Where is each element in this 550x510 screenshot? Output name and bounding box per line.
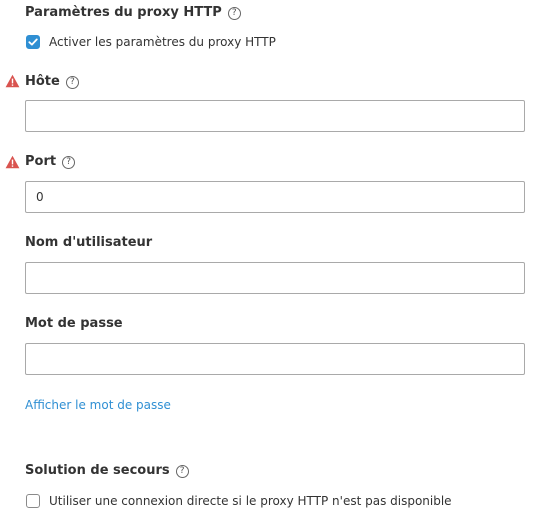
question-circle-icon[interactable]: ? (175, 465, 189, 478)
fallback-section-title-text: Solution de secours (25, 463, 170, 478)
proxy-section-title-text: Paramètres du proxy HTTP (25, 5, 222, 20)
port-label: Port? (25, 154, 76, 169)
direct-connection-label[interactable]: Utiliser une connexion directe si le pro… (49, 494, 452, 508)
proxy-section-title: Paramètres du proxy HTTP? (25, 5, 241, 20)
password-label: Mot de passe (25, 316, 123, 331)
fallback-section-title: Solution de secours? (25, 463, 189, 478)
username-input[interactable] (25, 262, 525, 294)
host-label-text: Hôte (25, 74, 60, 89)
question-circle-icon[interactable]: ? (62, 156, 76, 169)
direct-connection-checkbox[interactable] (26, 494, 40, 508)
show-password-link[interactable]: Afficher le mot de passe (25, 398, 171, 412)
port-input[interactable] (25, 181, 525, 213)
question-circle-icon[interactable]: ? (65, 76, 79, 89)
port-label-text: Port (25, 154, 57, 169)
warning-triangle-icon (5, 74, 20, 88)
host-input[interactable] (25, 100, 525, 132)
enable-proxy-checkbox[interactable] (26, 35, 40, 49)
question-circle-icon[interactable]: ? (227, 7, 241, 20)
host-label: Hôte? (25, 74, 79, 89)
warning-triangle-icon (5, 155, 20, 169)
password-input[interactable] (25, 343, 525, 375)
checkmark-icon (28, 38, 38, 46)
enable-proxy-label[interactable]: Activer les paramètres du proxy HTTP (49, 35, 276, 49)
username-label: Nom d'utilisateur (25, 235, 153, 250)
